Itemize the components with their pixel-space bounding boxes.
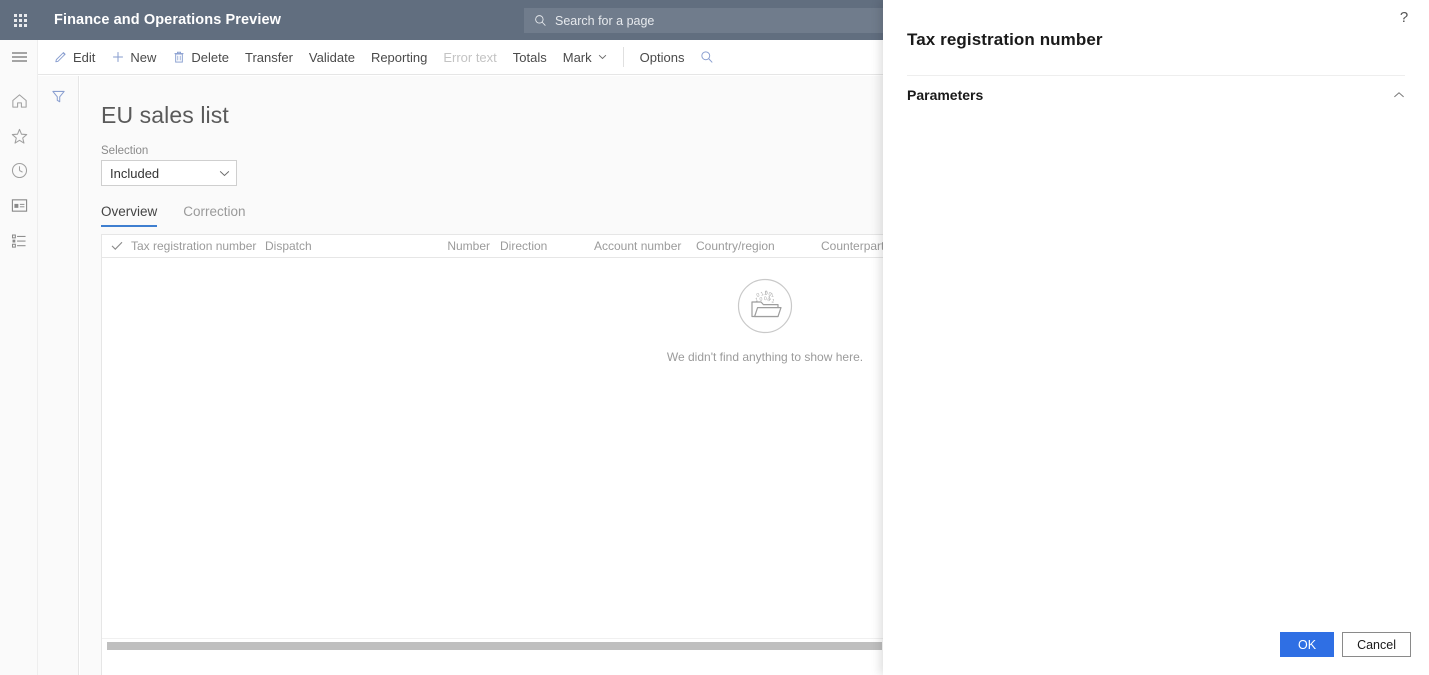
totals-button[interactable]: Totals <box>505 44 555 70</box>
tab-overview[interactable]: Overview <box>101 204 158 227</box>
select-all-checkmark-icon[interactable] <box>102 241 131 251</box>
hamburger-menu-icon[interactable] <box>0 40 38 73</box>
grid-column-number[interactable]: Number <box>399 239 490 253</box>
edit-button-label: Edit <box>73 49 96 65</box>
selection-dropdown-value: Included <box>110 165 160 181</box>
app-launcher-icon[interactable] <box>0 0 40 40</box>
new-button-label: New <box>130 49 157 65</box>
delete-button[interactable]: Delete <box>164 44 237 70</box>
rail-spacer <box>0 73 37 83</box>
options-button[interactable]: Options <box>632 44 693 70</box>
cancel-button[interactable]: Cancel <box>1342 632 1411 657</box>
help-question-icon[interactable]: ? <box>1393 6 1415 28</box>
error-text-button: Error text <box>435 44 504 70</box>
tab-overview-label: Overview <box>101 204 158 219</box>
svg-text:1: 1 <box>770 293 774 299</box>
parameters-section-header[interactable]: Parameters <box>907 84 1405 106</box>
grid-column-country-region[interactable]: Country/region <box>696 239 821 253</box>
grid-column-tax-registration-number[interactable]: Tax registration number <box>131 239 265 253</box>
dialog-title: Tax registration number <box>907 30 1103 49</box>
parameters-section-title: Parameters <box>907 87 984 103</box>
transfer-button-label: Transfer <box>245 49 293 65</box>
grid-column-direction[interactable]: Direction <box>490 239 594 253</box>
tab-correction-label: Correction <box>183 204 246 219</box>
clock-icon[interactable] <box>0 153 38 188</box>
chevron-down-icon <box>598 54 607 60</box>
toolbar-search-icon[interactable] <box>692 50 722 64</box>
filter-pane <box>38 76 79 675</box>
selection-dropdown[interactable]: Included <box>101 160 237 186</box>
global-search-placeholder: Search for a page <box>555 13 655 28</box>
dialog-footer: OK Cancel <box>1280 632 1411 657</box>
options-button-label: Options <box>639 49 685 65</box>
reporting-button[interactable]: Reporting <box>363 44 435 70</box>
tax-registration-number-dialog: ? Tax registration number Parameters Reg… <box>883 0 1429 675</box>
edit-button[interactable]: Edit <box>46 44 103 70</box>
validate-button-label: Validate <box>308 49 355 65</box>
transfer-button[interactable]: Transfer <box>237 44 301 70</box>
horizontal-scrollbar-thumb[interactable] <box>107 642 882 650</box>
error-text-button-label: Error text <box>443 49 497 65</box>
star-icon[interactable] <box>0 118 38 153</box>
plus-icon <box>111 50 125 64</box>
dialog-divider <box>907 75 1405 76</box>
totals-button-label: Totals <box>512 49 547 65</box>
empty-folder-icon: 0 1 0 1 0 1 0 0 1 0 1 1 <box>737 278 793 339</box>
chevron-down-icon <box>219 164 230 182</box>
mark-menu-button[interactable]: Mark <box>555 44 615 70</box>
grid-column-account-number[interactable]: Account number <box>594 239 696 253</box>
application-window: Finance and Operations Preview Search fo… <box>0 0 1429 675</box>
chevron-up-icon[interactable] <box>1393 86 1405 104</box>
reporting-button-label: Reporting <box>370 49 428 65</box>
ok-button[interactable]: OK <box>1280 632 1335 657</box>
search-icon <box>534 14 547 27</box>
app-title: Finance and Operations Preview <box>54 12 282 28</box>
grid-column-dispatch[interactable]: Dispatch <box>265 239 399 253</box>
delete-button-label: Delete <box>191 49 229 65</box>
new-button[interactable]: New <box>103 44 164 70</box>
workspace-icon[interactable] <box>0 188 38 223</box>
validate-button[interactable]: Validate <box>301 44 363 70</box>
home-icon[interactable] <box>0 83 38 118</box>
left-navigation-rail <box>0 40 38 675</box>
pencil-icon <box>54 50 68 64</box>
mark-button-label: Mark <box>562 49 592 65</box>
tab-correction[interactable]: Correction <box>183 204 245 227</box>
list-icon[interactable] <box>0 223 38 258</box>
toolbar-divider <box>622 47 624 67</box>
empty-state-text: We didn't find anything to show here. <box>666 350 864 364</box>
filter-funnel-icon[interactable] <box>38 76 79 116</box>
trash-icon <box>172 50 186 64</box>
